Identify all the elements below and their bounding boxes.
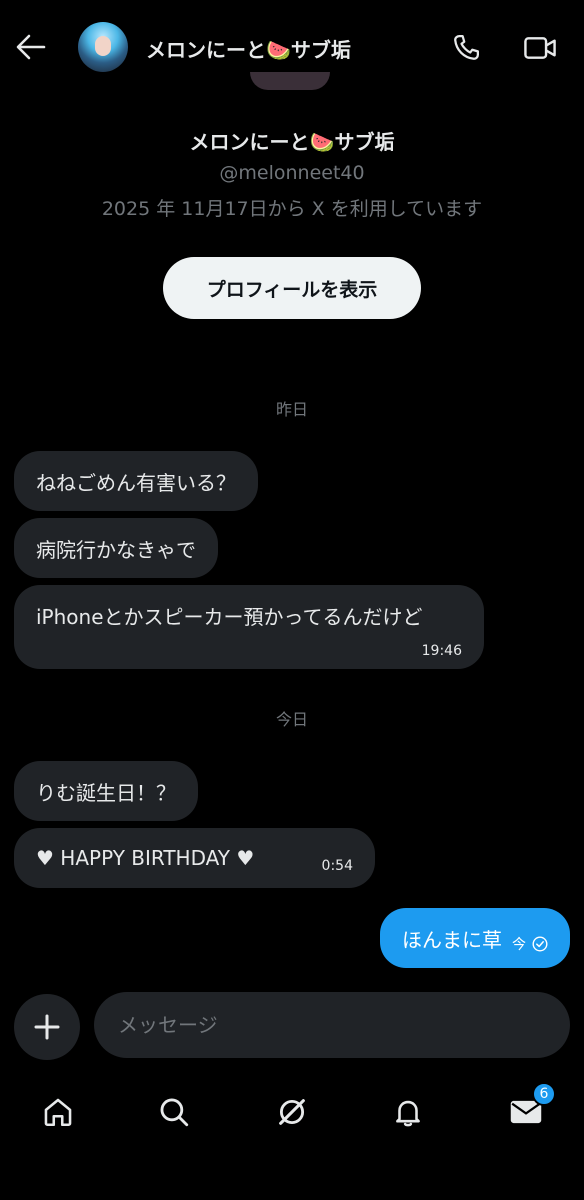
video-call-button[interactable] [520,28,560,68]
header-title[interactable]: メロンにーと🍉サブ垢 [146,34,351,63]
message-bubble[interactable]: iPhoneとかスピーカー預かってるんだけど 19:46 [14,585,484,669]
message-text: iPhoneとかスピーカー預かってるんだけど [36,605,423,629]
message-text: ほんまに草 [402,927,502,952]
message-composer [0,990,584,1060]
message-text: ねねごめん有害いる？ [36,470,236,495]
grok-icon [279,1099,305,1125]
message-bubble[interactable]: りむ誕生日！？ [14,761,198,821]
tab-messages[interactable]: 6 [504,1082,556,1134]
profile-joined-date: 2025 年 11月17日から X を利用しています [101,198,483,220]
view-profile-button[interactable]: プロフィールを表示 [163,257,421,319]
avatar-face [95,36,111,56]
call-button[interactable] [446,28,486,68]
back-button[interactable] [14,30,48,64]
message-timestamp: 19:46 [421,643,462,659]
message-text: ♥ HAPPY BIRTHDAY ♥ [36,846,255,870]
message-input[interactable] [94,992,570,1058]
tab-grok[interactable] [270,1090,314,1134]
date-separator: 昨日 [275,400,308,419]
sent-check-icon [532,936,548,952]
bell-icon [396,1100,420,1127]
avatar[interactable] [78,22,128,72]
message-bubble[interactable]: 病院行かなきゃで [14,518,218,578]
video-camera-icon [524,37,556,59]
add-media-button[interactable] [14,994,80,1060]
back-arrow-icon [16,34,46,60]
plus-icon [34,1014,60,1040]
bottom-tab-bar: 6 [0,1076,584,1146]
home-icon [44,1098,72,1127]
message-text: りむ誕生日！？ [36,780,176,805]
search-icon [160,1098,189,1127]
tab-search[interactable] [152,1090,196,1134]
message-bubble[interactable]: ♥ HAPPY BIRTHDAY ♥ 0:54 [14,828,375,888]
phone-icon [454,35,479,60]
outgoing-message-bubble[interactable]: ほんまに草 今 [380,908,570,968]
tab-home[interactable] [36,1090,80,1134]
tab-notifications[interactable] [386,1090,430,1134]
profile-name: メロンにーと🍉サブ垢 [189,130,395,154]
message-text: 病院行かなきゃで [36,537,196,562]
profile-handle: @melonneet40 [219,162,365,184]
profile-avatar-peek [250,72,330,90]
message-bubble[interactable]: ねねごめん有害いる？ [14,451,258,511]
messages-badge: 6 [532,1082,556,1106]
message-timestamp: 0:54 [321,858,353,874]
message-meta: 今 [512,934,548,954]
message-timestamp: 今 [512,937,526,953]
date-separator: 今日 [275,710,308,729]
